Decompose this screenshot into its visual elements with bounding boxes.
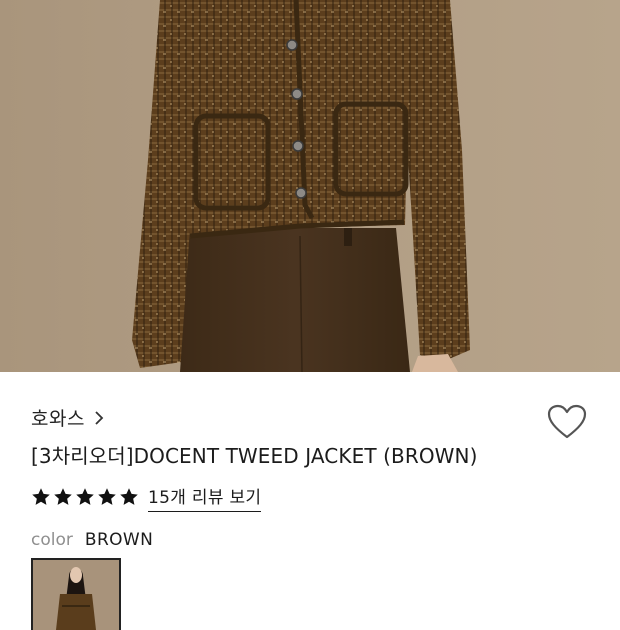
product-title: [3차리오더]DOCENT TWEED JACKET (BROWN) <box>31 444 478 468</box>
chevron-right-icon <box>93 410 105 425</box>
brand-link[interactable]: 호와스 <box>31 402 105 432</box>
star-rating <box>31 487 139 507</box>
product-hero-image[interactable] <box>0 0 620 372</box>
model-photo <box>132 0 470 372</box>
rating-summary: 15개 리뷰 보기 <box>31 483 262 512</box>
brand-name: 호와스 <box>31 407 85 430</box>
color-swatch-brown[interactable] <box>31 558 121 630</box>
star-icon <box>32 488 50 505</box>
option-label: color <box>31 530 73 550</box>
star-icon <box>54 488 72 505</box>
star-icon <box>120 488 138 505</box>
review-link[interactable]: 15개 리뷰 보기 <box>148 483 262 512</box>
star-icon <box>76 488 94 505</box>
star-icon <box>98 488 116 505</box>
wishlist-heart-icon[interactable] <box>547 404 587 440</box>
option-value: BROWN <box>84 530 154 550</box>
option-selector: color BROWN <box>31 528 153 552</box>
